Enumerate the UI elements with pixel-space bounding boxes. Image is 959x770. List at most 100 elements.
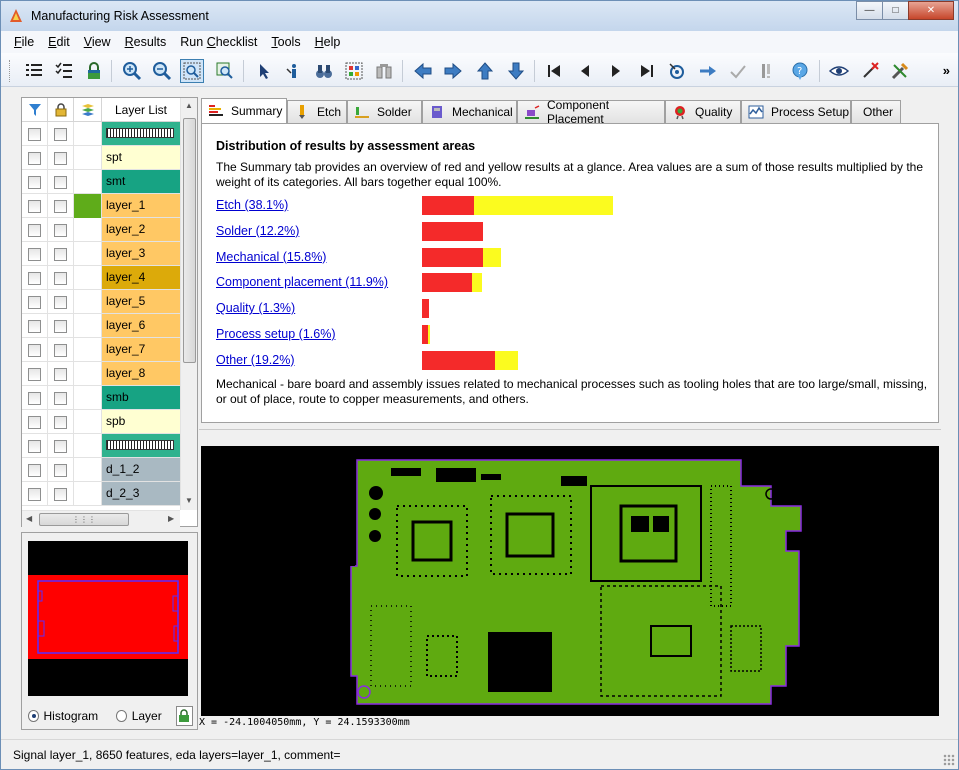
tab-quality[interactable]: Quality bbox=[665, 100, 741, 123]
active-layer-cell[interactable] bbox=[74, 290, 102, 314]
layer-row[interactable]: smb bbox=[22, 386, 180, 410]
menu-results[interactable]: Results bbox=[118, 35, 174, 49]
layer-name[interactable]: layer_2 bbox=[102, 218, 180, 241]
tab-mechanical[interactable]: Mechanical bbox=[422, 100, 517, 123]
layer-name[interactable]: smt bbox=[102, 170, 180, 193]
pan-down-button[interactable] bbox=[504, 59, 528, 83]
next-result-button[interactable] bbox=[604, 59, 628, 83]
active-layer-cell[interactable] bbox=[74, 434, 102, 458]
pan-right-button[interactable] bbox=[441, 59, 465, 83]
select-pointer-button[interactable] bbox=[252, 59, 276, 83]
layer-name[interactable]: layer_1 bbox=[102, 194, 180, 217]
tab-etch[interactable]: Etch bbox=[287, 100, 347, 123]
assessment-area-link[interactable]: Other (19.2%) bbox=[216, 353, 295, 367]
assessment-area-link[interactable]: Solder (12.2%) bbox=[216, 224, 299, 238]
tools-button[interactable] bbox=[888, 59, 912, 83]
find-button[interactable] bbox=[312, 59, 336, 83]
assessment-area-link[interactable]: Component placement (11.9%) bbox=[216, 275, 388, 289]
layer-name[interactable]: layer_5 bbox=[102, 290, 180, 313]
layer-name[interactable]: layer_3 bbox=[102, 242, 180, 265]
layer-row[interactable]: layer_1 bbox=[22, 194, 180, 218]
scroll-right-arrow[interactable]: ▶ bbox=[168, 514, 174, 523]
layer-row[interactable]: d_2_3 bbox=[22, 482, 180, 506]
layer-row[interactable]: d_1_2 bbox=[22, 458, 180, 482]
check-button[interactable] bbox=[726, 59, 750, 83]
active-layer-cell[interactable] bbox=[74, 338, 102, 362]
layer-name[interactable]: d_2_3 bbox=[102, 482, 180, 505]
layer-list-hscroll[interactable]: ◀ ⋮⋮⋮ ▶ bbox=[22, 510, 180, 527]
active-layer-cell[interactable] bbox=[74, 458, 102, 482]
active-layer-cell[interactable] bbox=[74, 266, 102, 290]
tab-other[interactable]: Other bbox=[851, 100, 901, 123]
layer-name[interactable]: layer_4 bbox=[102, 266, 180, 289]
active-layer-cell[interactable] bbox=[74, 362, 102, 386]
visibility-checkbox[interactable] bbox=[28, 248, 41, 261]
layer-name[interactable]: layer_6 bbox=[102, 314, 180, 337]
preview-canvas[interactable] bbox=[28, 541, 188, 696]
layer-row[interactable]: layer_3 bbox=[22, 242, 180, 266]
scroll-left-arrow[interactable]: ◀ bbox=[26, 514, 32, 523]
visibility-checkbox[interactable] bbox=[28, 272, 41, 285]
tab-component-placement[interactable]: Component Placement bbox=[517, 98, 665, 126]
visibility-checkbox[interactable] bbox=[28, 320, 41, 333]
visibility-checkbox[interactable] bbox=[28, 176, 41, 189]
menu-file[interactable]: File bbox=[7, 35, 41, 49]
active-layer-cell[interactable] bbox=[74, 170, 102, 194]
view-button[interactable] bbox=[827, 59, 851, 83]
layer-row[interactable]: layer_7 bbox=[22, 338, 180, 362]
lock-button[interactable] bbox=[82, 59, 106, 83]
visibility-checkbox[interactable] bbox=[28, 368, 41, 381]
layer-name[interactable]: layer_7 bbox=[102, 338, 180, 361]
lock-checkbox[interactable] bbox=[54, 248, 67, 261]
filter-column-header[interactable] bbox=[22, 98, 48, 122]
visibility-checkbox[interactable] bbox=[28, 392, 41, 405]
tab-solder[interactable]: Solder bbox=[347, 100, 422, 123]
layer-name[interactable]: smb bbox=[102, 386, 180, 409]
menu-view[interactable]: View bbox=[77, 35, 118, 49]
active-layer-cell[interactable] bbox=[74, 314, 102, 338]
layer-row[interactable]: spb bbox=[22, 410, 180, 434]
histogram-radio[interactable] bbox=[28, 710, 39, 722]
last-result-button[interactable] bbox=[635, 59, 659, 83]
visibility-checkbox[interactable] bbox=[28, 224, 41, 237]
minimize-button[interactable]: — bbox=[856, 1, 883, 20]
toolbar-overflow-button[interactable]: » bbox=[943, 63, 950, 78]
close-button[interactable]: ✕ bbox=[908, 1, 954, 20]
visibility-checkbox[interactable] bbox=[28, 296, 41, 309]
grid-select-button[interactable] bbox=[342, 59, 366, 83]
lock-checkbox[interactable] bbox=[54, 392, 67, 405]
layer-name[interactable]: layer_8 bbox=[102, 362, 180, 385]
visibility-checkbox[interactable] bbox=[28, 416, 41, 429]
zoom-fit-button[interactable] bbox=[213, 59, 237, 83]
lock-checkbox[interactable] bbox=[54, 488, 67, 501]
menu-run-checklist[interactable]: Run Checklist bbox=[173, 35, 264, 49]
scroll-up-arrow[interactable]: ▲ bbox=[185, 101, 193, 110]
active-layer-cell[interactable] bbox=[74, 386, 102, 410]
assessment-area-link[interactable]: Etch (38.1%) bbox=[216, 198, 288, 212]
layer-name[interactable]: spb bbox=[102, 410, 180, 433]
assessment-area-link[interactable]: Process setup (1.6%) bbox=[216, 327, 336, 341]
lock-checkbox[interactable] bbox=[54, 200, 67, 213]
layer-row[interactable]: spt bbox=[22, 146, 180, 170]
resize-grip[interactable] bbox=[943, 754, 955, 766]
visibility-checkbox[interactable] bbox=[28, 344, 41, 357]
zoom-area-button[interactable] bbox=[180, 59, 204, 83]
zoom-in-button[interactable] bbox=[120, 59, 144, 83]
lock-preview-button[interactable] bbox=[175, 706, 194, 726]
visibility-checkbox[interactable] bbox=[28, 440, 41, 453]
zoom-out-button[interactable] bbox=[150, 59, 174, 83]
hscroll-thumb[interactable]: ⋮⋮⋮ bbox=[39, 513, 129, 526]
tab-process-setup[interactable]: Process Setup bbox=[741, 100, 851, 123]
assessment-area-link[interactable]: Quality (1.3%) bbox=[216, 301, 295, 315]
lock-checkbox[interactable] bbox=[54, 272, 67, 285]
layer-row[interactable] bbox=[22, 434, 180, 458]
layer-name[interactable]: d_1_2 bbox=[102, 458, 180, 481]
active-layer-cell[interactable] bbox=[74, 410, 102, 434]
active-layer-cell[interactable] bbox=[74, 242, 102, 266]
active-layer-cell[interactable] bbox=[74, 122, 102, 146]
visibility-checkbox[interactable] bbox=[28, 128, 41, 141]
first-result-button[interactable] bbox=[542, 59, 566, 83]
layer-row[interactable]: layer_8 bbox=[22, 362, 180, 386]
maximize-button[interactable]: □ bbox=[882, 1, 909, 20]
flag-button[interactable] bbox=[756, 59, 780, 83]
